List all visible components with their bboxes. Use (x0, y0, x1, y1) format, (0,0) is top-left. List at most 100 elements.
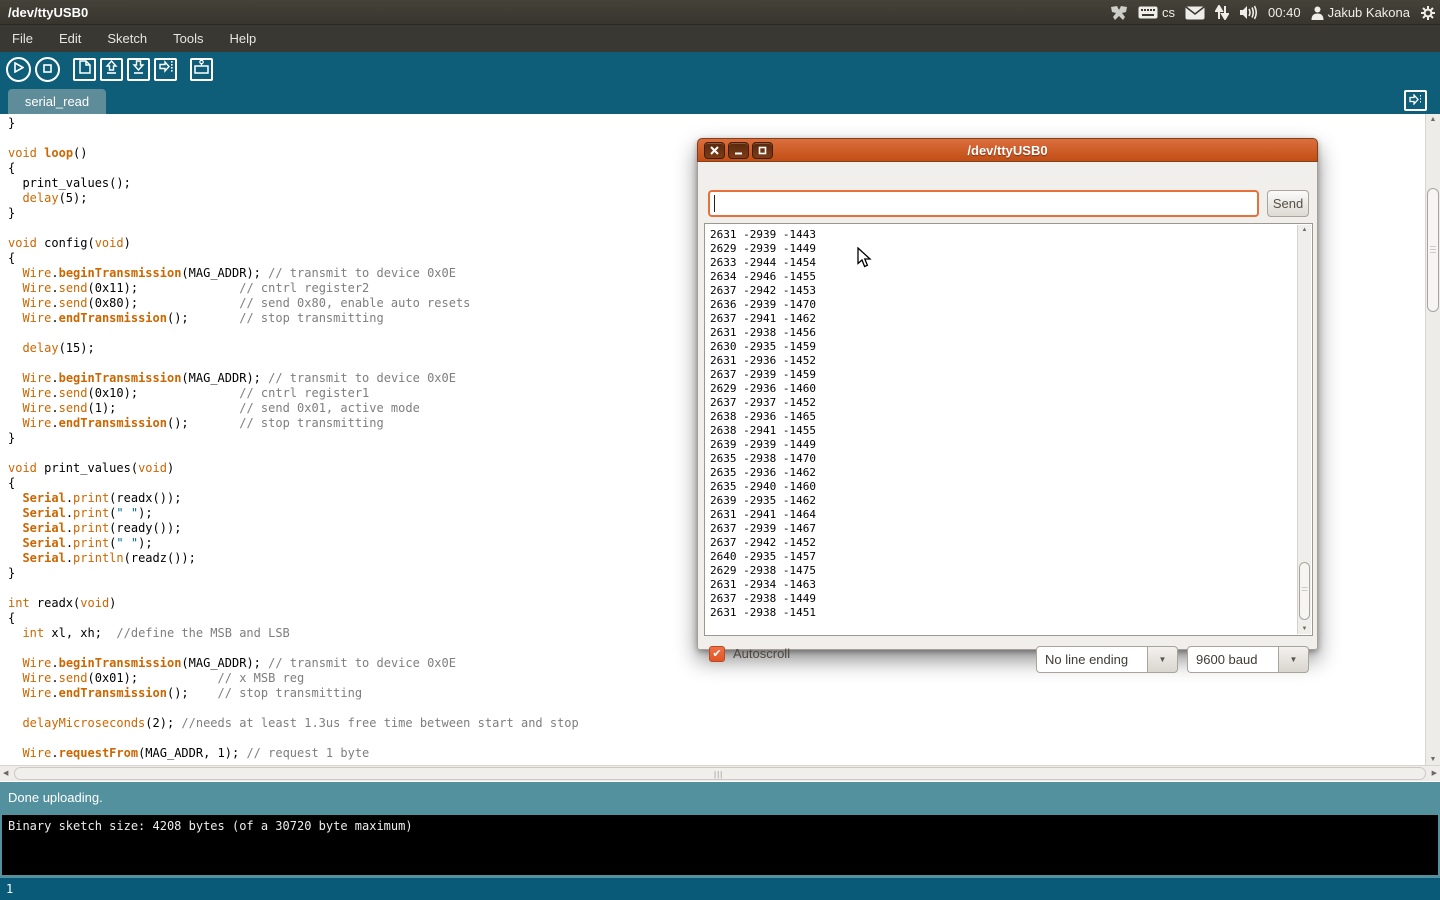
code-token: Wire (22, 686, 51, 700)
serial-output-scrollbar-thumb[interactable]: —— (1299, 562, 1310, 620)
line-ending-value: No line ending (1036, 646, 1148, 673)
serial-line: 2631 -2941 -1464 (710, 508, 816, 522)
code-line: Wire.endTransmission(); // stop transmit… (8, 416, 579, 431)
editor-horizontal-scrollbar[interactable]: ◀ ||| ▶ (0, 765, 1440, 781)
upload-button[interactable] (154, 58, 177, 81)
menu-tools[interactable]: Tools (169, 25, 217, 52)
editor-vertical-scrollbar-thumb[interactable]: ——— (1427, 188, 1439, 312)
code-token: (MAG_ADDR); (181, 371, 268, 385)
code-token: Wire (22, 386, 51, 400)
code-token: Wire (22, 401, 51, 415)
code-token: . (51, 311, 58, 325)
menu-sketch[interactable]: Sketch (103, 25, 161, 52)
serial-monitor-icon (194, 60, 209, 79)
code-line: Serial.print(" "); (8, 536, 579, 551)
mail-icon[interactable] (1185, 0, 1205, 25)
serial-line: 2637 -2939 -1467 (710, 522, 816, 536)
code-token: (0x01); (88, 671, 218, 685)
serial-line: 2631 -2938 -1451 (710, 606, 816, 620)
code-token: send (59, 386, 88, 400)
code-token: (ready()); (109, 521, 181, 535)
editor-vertical-scrollbar[interactable]: ▲ ——— ▼ (1425, 114, 1440, 765)
code-token: // cntrl register2 (239, 281, 369, 295)
menu-edit[interactable]: Edit (55, 25, 95, 52)
code-token: Serial (22, 491, 65, 505)
indicator-applet-icon[interactable] (1110, 0, 1128, 25)
clock[interactable]: 00:40 (1268, 0, 1301, 25)
serial-line: 2637 -2938 -1449 (710, 592, 816, 606)
code-token: // cntrl register1 (239, 386, 369, 400)
baud-rate-value: 9600 baud (1187, 646, 1279, 673)
serial-send-input[interactable] (708, 190, 1259, 217)
user-menu[interactable]: Jakub Kakona (1311, 0, 1410, 25)
code-token: int (22, 626, 44, 640)
code-line: delay(15); (8, 341, 579, 356)
session-gear-icon[interactable] (1420, 0, 1436, 25)
code-token: beginTransmission (59, 656, 182, 670)
serial-line: 2637 -2942 -1453 (710, 284, 816, 298)
arrow-up-icon (105, 60, 118, 79)
stop-button[interactable] (35, 57, 60, 82)
network-sync-icon[interactable] (1215, 0, 1229, 25)
code-token: print_values( (37, 461, 138, 475)
code-token (8, 281, 22, 295)
code-line: Wire.send(0x80); // send 0x80, enable au… (8, 296, 579, 311)
autoscroll-checkbox[interactable]: ✔ (709, 646, 725, 662)
send-button[interactable]: Send (1267, 190, 1309, 217)
serial-line: 2640 -2935 -1457 (710, 550, 816, 564)
tab-serial-read[interactable]: serial_read (8, 89, 106, 114)
code-token: (MAG_ADDR); (181, 656, 268, 670)
code-line: delay(5); (8, 191, 579, 206)
code-token: . (51, 281, 58, 295)
code-token: // stop transmitting (239, 416, 384, 430)
code-token: } (8, 566, 15, 580)
code-token: (MAG_ADDR, 1); (138, 746, 246, 760)
baud-rate-dropdown[interactable]: 9600 baud ▼ (1187, 646, 1309, 673)
keyboard-layout-indicator[interactable]: cs (1138, 0, 1175, 25)
chevron-down-icon[interactable]: ▼ (1279, 646, 1309, 673)
code-token: (0x80); (88, 296, 240, 310)
document-icon (79, 60, 91, 79)
serial-monitor-titlebar[interactable]: /dev/ttyUSB0 (697, 138, 1318, 162)
code-token: Wire (22, 281, 51, 295)
scroll-left-arrow-icon[interactable]: ◀ (3, 769, 8, 777)
line-ending-dropdown[interactable]: No line ending ▼ (1036, 646, 1178, 673)
code-token: . (66, 551, 73, 565)
editor-horizontal-scrollbar-thumb[interactable]: ||| (14, 767, 1426, 780)
code-line: Wire.send(0x11); // cntrl register2 (8, 281, 579, 296)
serial-output-area[interactable]: 2631 -2939 -14432629 -2939 -14492633 -29… (704, 223, 1313, 636)
code-line: } (8, 206, 579, 221)
code-token: ); (138, 536, 152, 550)
code-token: . (51, 656, 58, 670)
code-line: Wire.endTransmission(); // stop transmit… (8, 311, 579, 326)
scroll-up-arrow-icon[interactable]: ▲ (1298, 227, 1311, 233)
serial-monitor-button[interactable] (190, 58, 213, 81)
tab-menu-button[interactable] (1404, 90, 1427, 111)
verify-button[interactable] (6, 57, 31, 82)
code-token: () (73, 146, 87, 160)
menu-file[interactable]: File (8, 25, 47, 52)
menu-help[interactable]: Help (225, 25, 270, 52)
code-token: readx( (30, 596, 81, 610)
user-name-label: Jakub Kakona (1328, 5, 1410, 20)
volume-icon[interactable] (1239, 0, 1258, 25)
chevron-down-icon[interactable]: ▼ (1148, 646, 1178, 673)
close-icon (710, 142, 719, 160)
open-button[interactable] (100, 58, 123, 81)
code-token: //define the MSB and LSB (116, 626, 289, 640)
minimize-button[interactable] (728, 142, 749, 159)
close-button[interactable] (704, 142, 725, 159)
scroll-down-arrow-icon[interactable]: ▼ (1298, 626, 1311, 632)
serial-output-scrollbar[interactable]: ▲ —— ▼ (1297, 225, 1311, 634)
scroll-up-arrow-icon[interactable]: ▲ (1426, 116, 1440, 123)
maximize-button[interactable] (752, 142, 773, 159)
code-token: (); (167, 416, 239, 430)
scroll-down-arrow-icon[interactable]: ▼ (1426, 756, 1440, 763)
scroll-right-arrow-icon[interactable]: ▶ (1432, 769, 1437, 777)
play-icon (13, 60, 24, 78)
build-console[interactable]: Binary sketch size: 4208 bytes (of a 307… (2, 815, 1438, 875)
save-button[interactable] (127, 58, 150, 81)
serial-output-lines: 2631 -2939 -14432629 -2939 -14492633 -29… (710, 228, 816, 620)
code-token: // send 0x01, active mode (239, 401, 420, 415)
new-sketch-button[interactable] (73, 58, 96, 81)
